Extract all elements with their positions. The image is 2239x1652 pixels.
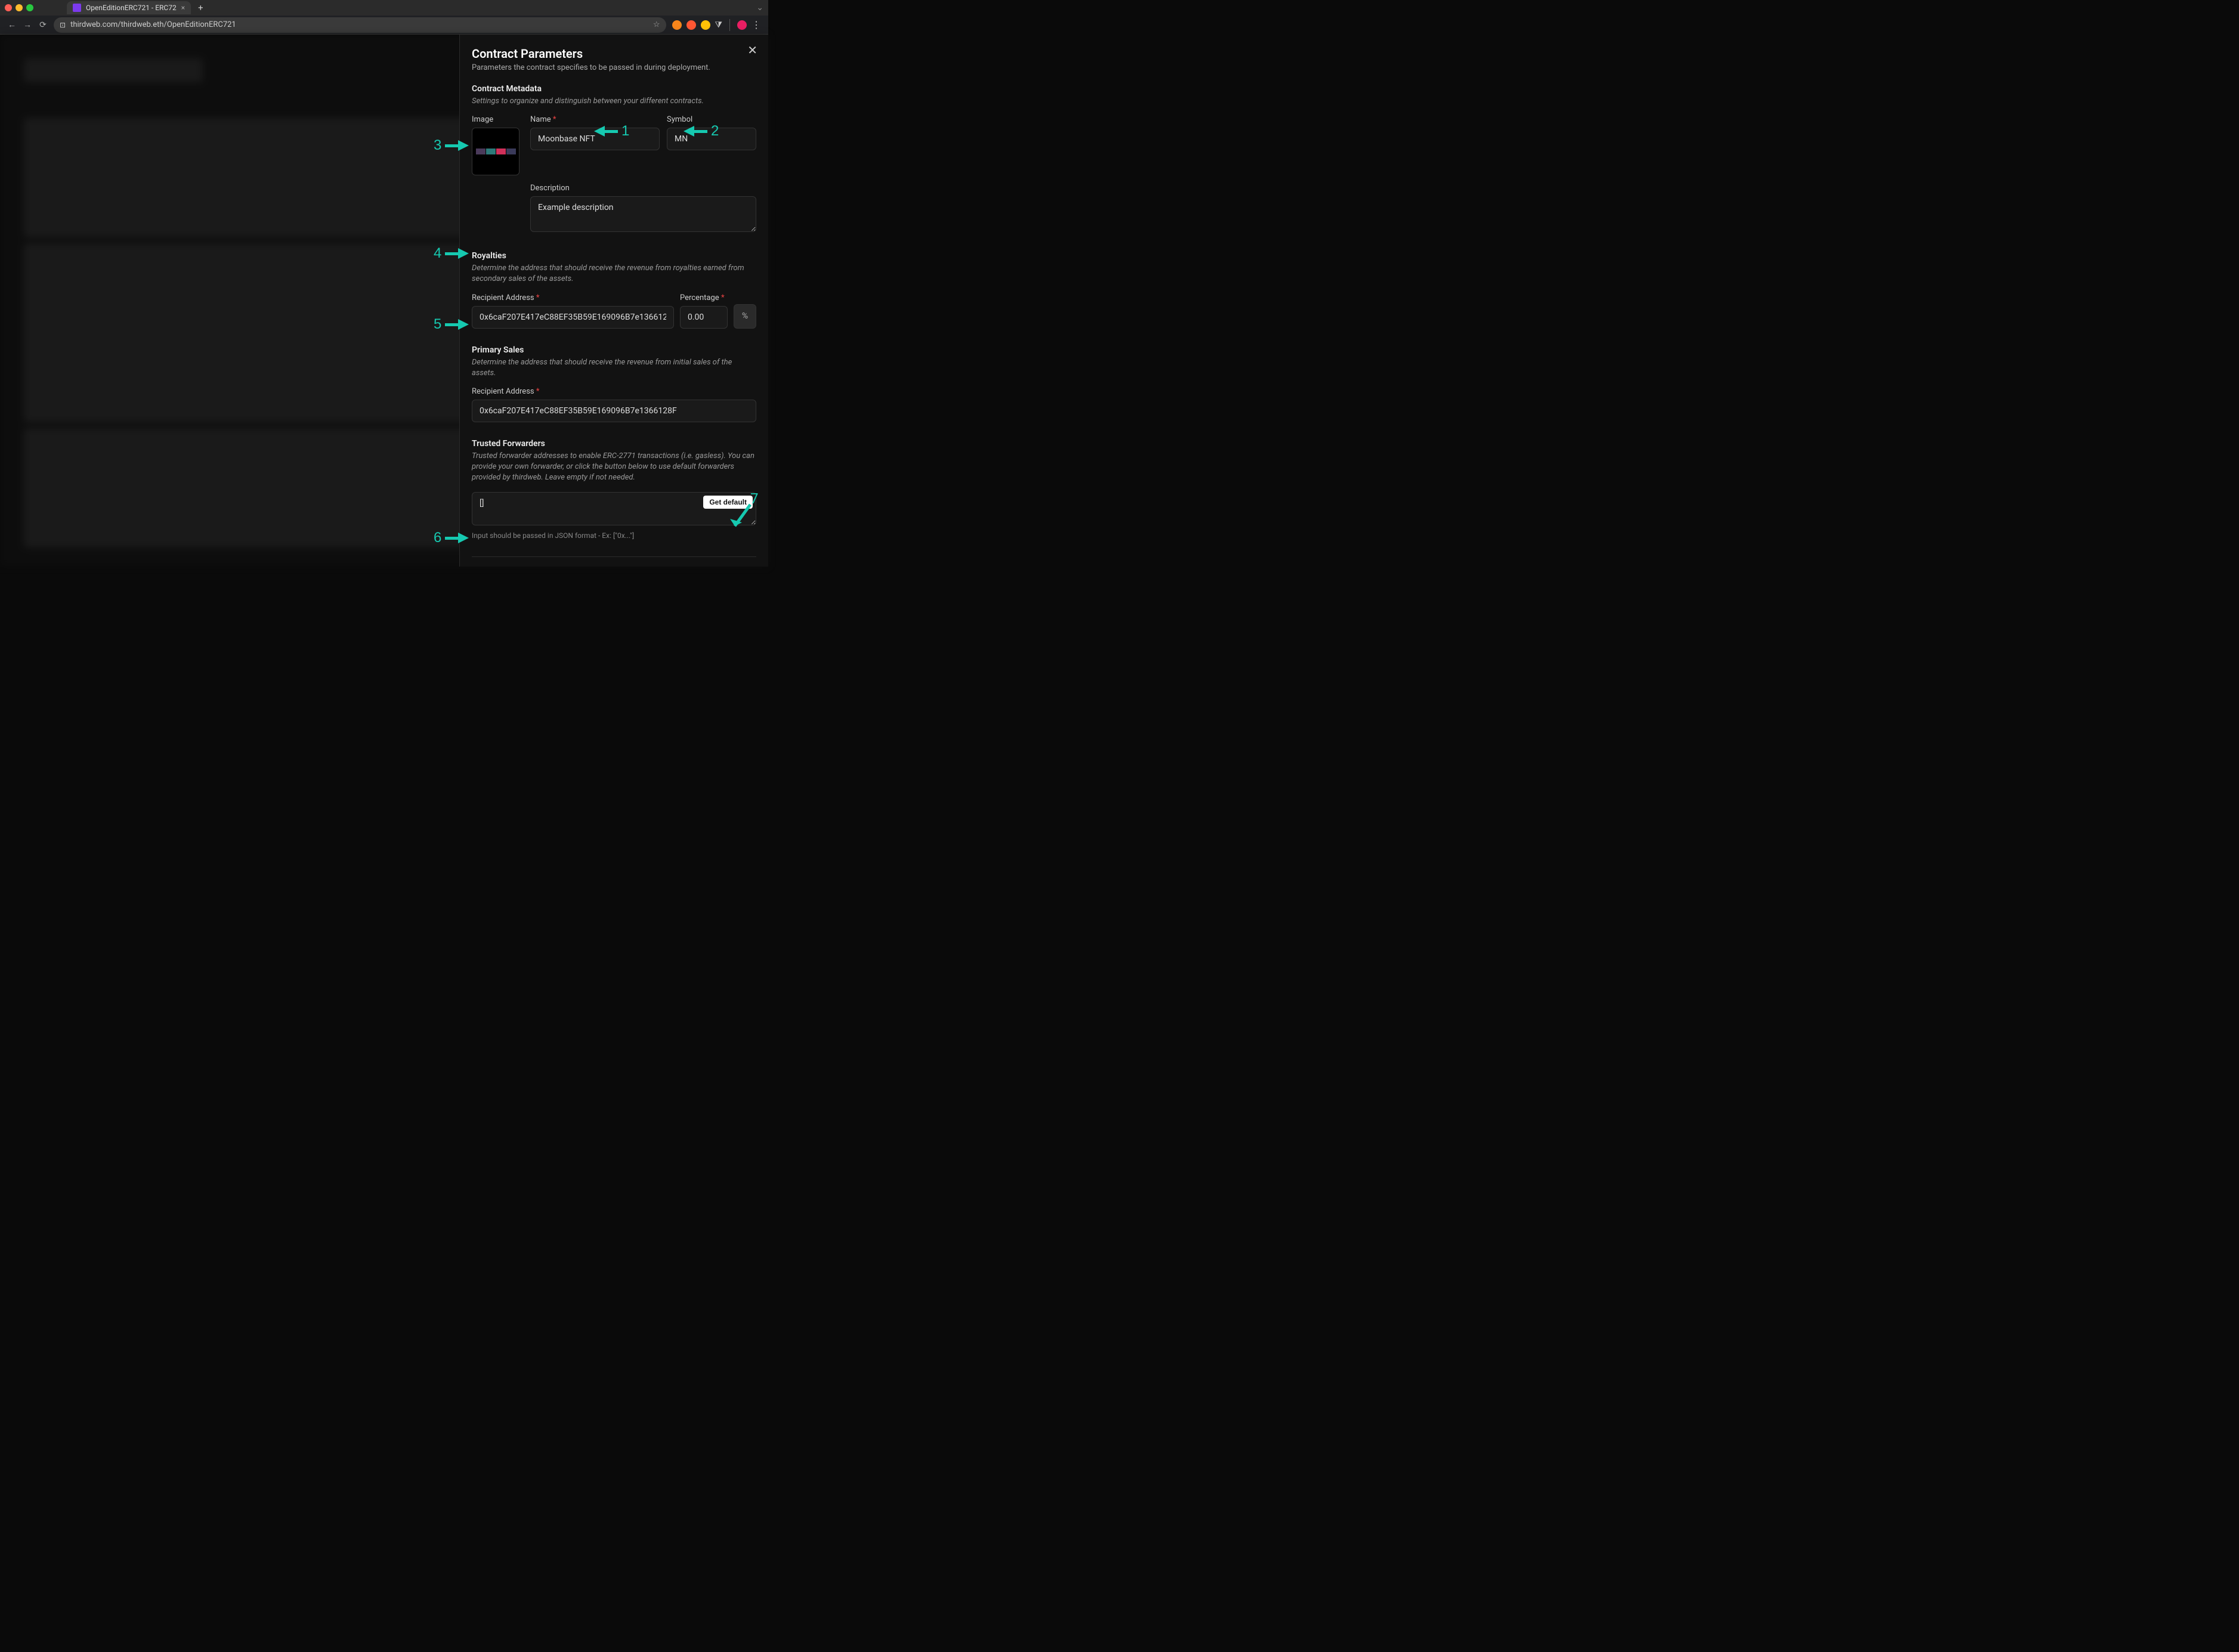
browser-menu-icon[interactable]: ⋮	[752, 19, 761, 30]
contract-metadata-section: Contract Metadata Settings to organize a…	[472, 84, 756, 234]
image-preview	[476, 149, 516, 154]
new-tab-button[interactable]: +	[198, 2, 203, 13]
forward-button[interactable]: →	[23, 20, 32, 30]
section-divider	[472, 556, 756, 557]
metadata-sub: Settings to organize and distinguish bet…	[472, 96, 756, 107]
tab-title: OpenEditionERC721 - ERC72	[86, 4, 177, 12]
primary-recipient-input[interactable]	[472, 400, 756, 422]
symbol-label: Symbol	[667, 115, 756, 124]
forwarders-hint: Input should be passed in JSON format - …	[472, 531, 756, 540]
profile-avatar[interactable]	[737, 20, 747, 30]
close-panel-button[interactable]: ✕	[747, 43, 757, 57]
metadata-header: Contract Metadata	[472, 84, 756, 94]
name-input[interactable]	[530, 128, 660, 150]
royalty-recipient-input[interactable]	[472, 306, 674, 329]
description-input[interactable]	[530, 196, 756, 232]
royalties-sub: Determine the address that should receiv…	[472, 263, 756, 284]
image-upload[interactable]	[472, 128, 519, 175]
browser-chrome: OpenEditionERC721 - ERC72 × + ⌄ ← → ⟳ ⊡ …	[0, 0, 768, 35]
primary-sub: Determine the address that should receiv…	[472, 357, 756, 379]
reload-button[interactable]: ⟳	[38, 20, 48, 30]
close-tab-icon[interactable]: ×	[181, 4, 185, 12]
extension-icons: ⧩ ⋮	[672, 19, 762, 31]
primary-header: Primary Sales	[472, 345, 756, 355]
get-default-button[interactable]: Get default	[703, 496, 753, 509]
chevron-down-icon[interactable]: ⌄	[756, 3, 763, 13]
extension-icon[interactable]	[701, 20, 710, 30]
site-info-icon[interactable]: ⊡	[60, 21, 66, 29]
extension-icon[interactable]	[686, 20, 696, 30]
primary-recipient-label: Recipient Address *	[472, 387, 756, 396]
bookmark-icon[interactable]: ☆	[653, 20, 660, 29]
url-bar[interactable]: ⊡ thirdweb.com/thirdweb.eth/OpenEditionE…	[54, 17, 666, 33]
traffic-min[interactable]	[16, 4, 23, 11]
royalties-header: Royalties	[472, 251, 756, 261]
symbol-input[interactable]	[667, 128, 756, 150]
url-text: thirdweb.com/thirdweb.eth/OpenEditionERC…	[70, 20, 236, 29]
percentage-label: Percentage *	[680, 293, 728, 302]
back-button[interactable]: ←	[7, 20, 17, 30]
traffic-max[interactable]	[26, 4, 33, 11]
panel-subtitle: Parameters the contract specifies to be …	[472, 63, 756, 72]
trusted-forwarders-section: Trusted Forwarders Trusted forwarder add…	[472, 439, 756, 540]
percent-suffix: %	[734, 304, 756, 329]
percentage-input[interactable]	[680, 306, 728, 329]
browser-tab[interactable]: OpenEditionERC721 - ERC72 ×	[67, 1, 191, 14]
forwarders-header: Trusted Forwarders	[472, 439, 756, 448]
forwarders-sub: Trusted forwarder addresses to enable ER…	[472, 451, 756, 484]
traffic-close[interactable]	[5, 4, 12, 11]
royalties-section: Royalties Determine the address that sho…	[472, 251, 756, 328]
panel-title: Contract Parameters	[472, 47, 756, 61]
desc-label: Description	[530, 184, 756, 193]
favicon	[73, 4, 81, 12]
primary-sales-section: Primary Sales Determine the address that…	[472, 345, 756, 422]
name-label: Name *	[530, 115, 660, 124]
royalty-recipient-label: Recipient Address *	[472, 293, 674, 302]
extensions-menu-icon[interactable]: ⧩	[715, 20, 723, 30]
contract-parameters-panel: ✕ Contract Parameters Parameters the con…	[459, 35, 768, 567]
image-label: Image	[472, 115, 523, 124]
extension-icon[interactable]	[672, 20, 682, 30]
